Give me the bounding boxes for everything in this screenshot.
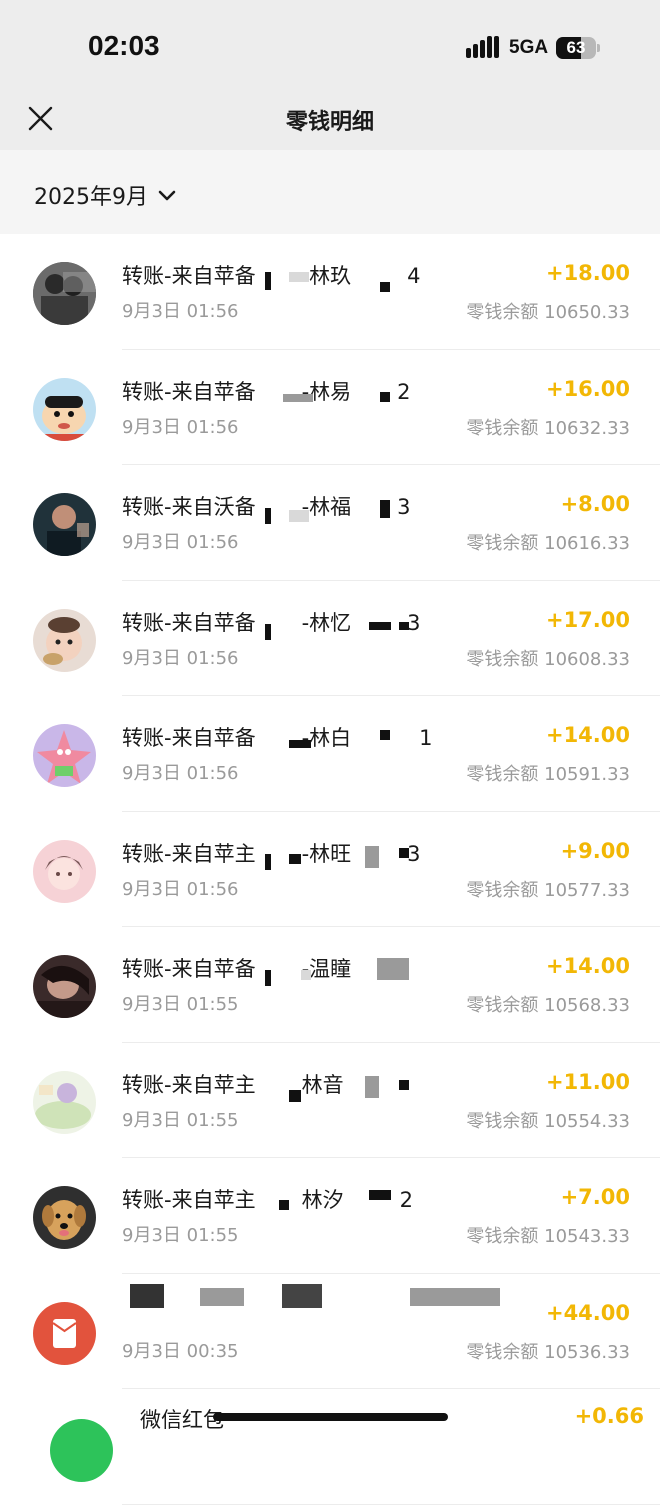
list-item[interactable]: 转账-来自苹备 -林忆 3 9月3日 01:56 +17.00 零钱余额 10608…: [0, 581, 660, 697]
photo-avatar-7: [33, 955, 96, 1018]
balance-after: 零钱余额 10632.33: [466, 417, 630, 439]
baby-avatar: [33, 608, 96, 672]
list-item[interactable]: 微信红包 +0.66: [0, 1389, 660, 1505]
transaction-title: 转账-来自苹备 -林忆 3: [122, 610, 421, 635]
list-item[interactable]: 转账-来自苹备 -温瞳 8 9月3日 01:55 +14.00 零钱余额 10568…: [0, 927, 660, 1043]
avatar: [33, 608, 96, 672]
network-type: 5GA: [509, 37, 549, 58]
nav-bar: 零钱明细: [0, 90, 660, 150]
transaction-title: 转账-来自苹备 -温瞳 8: [122, 957, 407, 981]
balance-after: 零钱余额 10543.33: [466, 1226, 630, 1247]
illustration-avatar: [33, 1070, 96, 1134]
transaction-title: 转账-来自苹主 林汐 2: [122, 1188, 413, 1212]
status-bar: 02:03 5GA 63: [0, 0, 660, 90]
transaction-title: 转账-来自苹主 林音: [122, 1072, 344, 1097]
balance-after: 零钱余额 10616.33: [466, 533, 630, 554]
red-packet-glyph: [52, 1318, 77, 1348]
month-picker[interactable]: 2025年9月: [34, 179, 176, 211]
redacted-block: [130, 1283, 164, 1308]
cartoon-avatar: [33, 377, 96, 441]
transaction-amount: +44.00: [545, 1300, 630, 1325]
list-item[interactable]: 转账-来自苹备 -林白 1 9月3日 01:56 +14.00 零钱余额 10591…: [0, 696, 660, 812]
transaction-amount: +14.00: [545, 954, 630, 978]
transaction-amount: +16.00: [545, 376, 630, 401]
photo-avatar-1: [33, 262, 96, 325]
avatar: [33, 1070, 96, 1134]
month-filter-bar: 2025年9月: [0, 150, 660, 234]
transaction-amount: +11.00: [545, 1069, 630, 1094]
battery-cap: [597, 44, 600, 52]
balance-after: 零钱余额 10568.33: [466, 995, 630, 1016]
transaction-time: 9月3日 01:56: [122, 532, 239, 553]
list-item[interactable]: 转账-来自苹备 -林玖 4 9月3日 01:56 +18.00 零钱余额 10650…: [0, 234, 660, 350]
transaction-amount: +8.00: [560, 492, 630, 516]
list-item[interactable]: 9月3日 00:35 +44.00 零钱余额 10536.33: [0, 1274, 660, 1390]
avatar: [33, 1186, 96, 1249]
list-item[interactable]: 转账-来自苹主 -林旺 3 9月3日 01:56 +9.00 零钱余额 10577.…: [0, 812, 660, 928]
balance-after: 零钱余额 10554.33: [466, 1110, 630, 1132]
balance-after: 零钱余额 10577.33: [466, 879, 630, 901]
transaction-list: 转账-来自苹备 -林玖 4 9月3日 01:56 +18.00 零钱余额 10650…: [0, 234, 660, 1505]
transaction-title: 转账-来自苹备 -林玖 4: [122, 264, 421, 288]
wechat-green-icon: [50, 1419, 113, 1482]
transaction-amount: +14.00: [545, 723, 630, 747]
transaction-time: 9月3日 01:56: [122, 647, 239, 669]
balance-after: 零钱余额 10650.33: [466, 302, 630, 323]
battery-percent: 63: [566, 38, 586, 57]
list-item[interactable]: 转账-来自沃备 -林福 3 9月3日 01:56 +8.00 零钱余额 10616.…: [0, 465, 660, 581]
transaction-time: 9月3日 00:35: [122, 1340, 239, 1362]
avatar: [33, 377, 96, 441]
avatar: [33, 493, 96, 556]
balance-after: 零钱余额 10591.33: [466, 764, 630, 785]
page-title: 零钱明细: [285, 110, 374, 135]
anime-avatar: [33, 839, 96, 903]
transaction-time: 9月3日 01:55: [122, 994, 239, 1015]
transaction-title: 转账-来自沃备 -林福 3: [122, 495, 411, 519]
transaction-time: 9月3日 01:56: [122, 763, 239, 784]
dog-avatar: [33, 1186, 96, 1249]
transaction-time: 9月3日 01:55: [122, 1109, 239, 1131]
transaction-title: 转账-来自苹备 -林白 1: [122, 726, 433, 750]
avatar: [33, 955, 96, 1018]
transaction-title: 转账-来自苹主 -林旺 3: [122, 841, 421, 866]
transaction-title: 微信红包: [140, 1408, 224, 1432]
status-time: 02:03: [88, 30, 160, 61]
home-indicator[interactable]: [213, 1413, 448, 1421]
cellular-signal-icon: [466, 36, 499, 58]
chevron-down-icon: [158, 190, 176, 201]
balance-after: 零钱余额 10536.33: [466, 1341, 630, 1363]
balance-after: 零钱余额 10608.33: [466, 648, 630, 670]
avatar: [33, 839, 96, 903]
photo-avatar-3: [33, 493, 96, 556]
transaction-time: 9月3日 01:56: [122, 878, 239, 900]
transaction-amount: +17.00: [545, 607, 630, 632]
list-item[interactable]: 转账-来自苹备 -林易 2 9月3日 01:56 +16.00 零钱余额 10632…: [0, 350, 660, 466]
month-label: 2025年9月: [34, 185, 148, 210]
transaction-time: 9月3日 01:56: [122, 301, 239, 322]
starfish-avatar: [33, 724, 96, 787]
transaction-amount: +0.66: [574, 1404, 644, 1428]
transaction-time: 9月3日 01:55: [122, 1225, 239, 1246]
transaction-amount: +7.00: [560, 1185, 630, 1209]
transaction-time: 9月3日 01:56: [122, 416, 239, 438]
avatar: [33, 262, 96, 325]
redacted-block: [282, 1283, 322, 1308]
avatar: [33, 724, 96, 787]
transaction-amount: +18.00: [545, 261, 630, 285]
red-packet-icon: [33, 1301, 96, 1365]
transaction-title: 转账-来自苹备 -林易 2: [122, 379, 411, 404]
redacted-block: [410, 1287, 500, 1306]
battery-icon: 63: [556, 37, 596, 59]
list-item[interactable]: 转账-来自苹主 林汐 2 9月3日 01:55 +7.00 零钱余额 10543.3…: [0, 1158, 660, 1274]
list-item[interactable]: 转账-来自苹主 林音 9月3日 01:55 +11.00 零钱余额 10554.3…: [0, 1043, 660, 1159]
transaction-amount: +9.00: [560, 838, 630, 863]
redacted-block: [200, 1287, 244, 1306]
